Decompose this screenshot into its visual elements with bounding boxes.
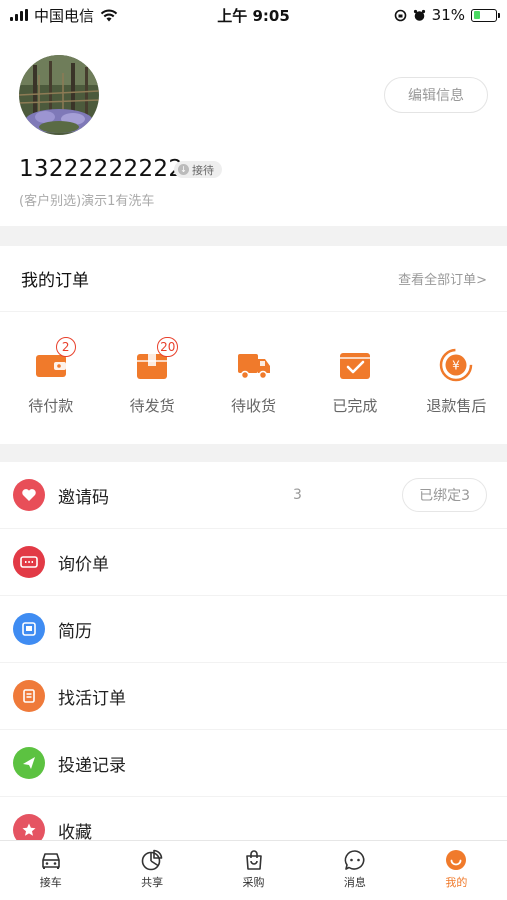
view-all-orders-link[interactable]: 查看全部订单> (398, 269, 487, 288)
truck-icon (237, 354, 270, 380)
menu-list: 邀请码 3 已绑定3 询价单 简历 找活订单 投递记录 收藏 (0, 462, 507, 840)
signal-icon (10, 9, 28, 21)
menu-item-resume[interactable]: 简历 (0, 596, 507, 663)
status-bar: 中国电信 上午 9:05 31% (0, 0, 507, 30)
menu-item-label: 投递记录 (58, 755, 126, 776)
tab-label: 采购 (242, 876, 265, 889)
order-status-completed[interactable]: 已完成 (304, 348, 405, 416)
menu-item-label: 询价单 (58, 554, 109, 575)
menu-item-job-orders[interactable]: 找活订单 (0, 663, 507, 730)
tab-label: 共享 (141, 876, 164, 889)
orders-section: 我的订单 查看全部订单> 2 待付款 20 待发货 待收货 已完成 ¥ 退款售后 (0, 246, 507, 444)
menu-item-label: 简历 (58, 621, 92, 642)
svg-text:¥: ¥ (453, 359, 461, 373)
tab-label: 消息 (343, 876, 366, 889)
menu-item-label: 邀请码 (58, 487, 109, 508)
status-left: 中国电信 (10, 5, 180, 26)
pie-chart-icon (141, 849, 163, 871)
tab-label: 接车 (39, 876, 62, 889)
alarm-icon (413, 9, 425, 21)
order-status-row: 2 待付款 20 待发货 待收货 已完成 ¥ 退款售后 (0, 312, 507, 416)
role-badge: ↓ 接待 (174, 161, 222, 178)
avatar[interactable] (19, 55, 99, 135)
resume-icon (13, 613, 45, 645)
menu-item-invite-code[interactable]: 邀请码 3 已绑定3 (0, 462, 507, 529)
bound-button[interactable]: 已绑定3 (402, 478, 487, 512)
status-time: 上午 9:05 (217, 6, 290, 25)
order-status-pending-shipment[interactable]: 20 待发货 (101, 337, 202, 416)
order-badge-pending-payment: 2 (55, 337, 76, 357)
orders-header: 我的订单 查看全部订单> (0, 246, 507, 312)
menu-item-label: 找活订单 (58, 688, 126, 709)
orders-title: 我的订单 (21, 271, 89, 291)
tab-share[interactable]: 共享 (101, 841, 202, 900)
invite-count: 3 (293, 487, 302, 503)
menu-item-favorites[interactable]: 收藏 (0, 797, 507, 840)
completed-box-icon (339, 353, 370, 379)
status-right: 31% (327, 6, 500, 24)
rotation-lock-icon (394, 9, 406, 21)
order-status-refund[interactable]: ¥ 退款售后 (406, 348, 507, 416)
chat-icon (344, 850, 365, 870)
order-status-pending-payment[interactable]: 2 待付款 (0, 337, 101, 416)
order-status-label: 待发货 (129, 397, 175, 415)
tab-pickup[interactable]: 接车 (0, 841, 101, 900)
role-badge-icon: ↓ (178, 164, 189, 175)
smile-icon (446, 850, 467, 870)
menu-item-inquiry[interactable]: 询价单 (0, 529, 507, 596)
tab-mine[interactable]: 我的 (406, 841, 507, 900)
tab-purchase[interactable]: 采购 (203, 841, 304, 900)
user-phone: 13222222222 (19, 156, 184, 182)
heart-icon (13, 479, 45, 511)
battery-percent: 31% (431, 6, 465, 24)
order-status-label: 待付款 (28, 397, 74, 415)
shopping-bag-icon (245, 850, 262, 870)
order-badge-pending-shipment: 20 (157, 337, 179, 357)
quote-icon (13, 546, 45, 578)
carrier-name: 中国电信 (34, 6, 95, 25)
profile-section: 编辑信息 13222222222 ↓ 接待 (客户别选)演示1有洗车 (0, 30, 507, 226)
refund-icon: ¥ (440, 348, 473, 382)
tab-bar: 接车 共享 采购 消息 我的 (0, 840, 507, 900)
job-order-icon (13, 680, 45, 712)
role-badge-label: 接待 (192, 163, 214, 177)
car-icon (41, 853, 60, 869)
battery-icon (471, 8, 500, 22)
edit-info-button[interactable]: 编辑信息 (384, 77, 488, 113)
tab-messages[interactable]: 消息 (304, 841, 405, 900)
tab-label: 我的 (445, 876, 468, 889)
menu-item-label: 收藏 (58, 822, 92, 841)
order-status-label: 待收货 (231, 397, 277, 415)
order-status-label: 退款售后 (426, 397, 487, 415)
send-icon (13, 747, 45, 779)
order-status-pending-receipt[interactable]: 待收货 (203, 348, 304, 416)
star-icon (13, 814, 45, 840)
store-info: (客户别选)演示1有洗车 (19, 194, 155, 209)
order-status-label: 已完成 (332, 397, 378, 415)
wifi-icon (100, 9, 118, 21)
menu-item-delivery-records[interactable]: 投递记录 (0, 730, 507, 797)
